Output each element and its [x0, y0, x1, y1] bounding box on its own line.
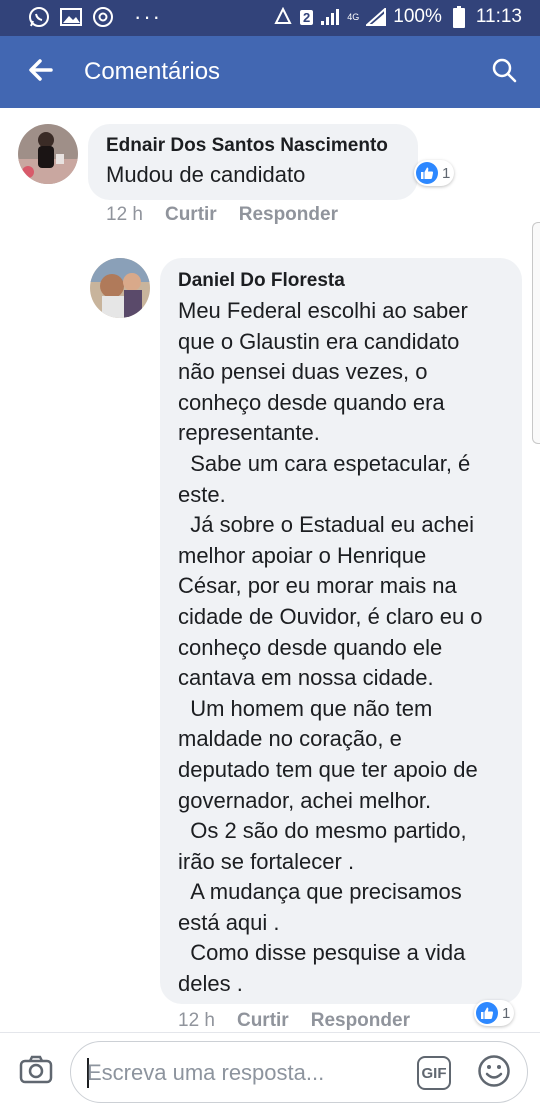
- signal-icon: [365, 6, 387, 28]
- gif-button[interactable]: GIF: [417, 1056, 451, 1090]
- thumbs-up-icon: [416, 162, 438, 184]
- reply-button[interactable]: Responder: [311, 1010, 410, 1032]
- status-system: 2 4G 100% 11:13: [272, 6, 522, 28]
- smiley-icon: [477, 1054, 511, 1093]
- camera-icon: [19, 1054, 53, 1089]
- more-notifications-icon: ···: [134, 4, 162, 29]
- comment-text: Mudou de candidato: [106, 162, 306, 187]
- status-notifications: ···: [28, 6, 162, 28]
- gallery-icon: [60, 6, 82, 28]
- network-type: 4G: [347, 11, 360, 22]
- reaction-count: 1: [502, 1004, 511, 1022]
- comment-author[interactable]: Daniel Do Floresta: [178, 270, 345, 292]
- battery-icon: [448, 6, 470, 28]
- whatsapp-icon: [28, 6, 50, 28]
- battery-level: 100%: [393, 6, 442, 27]
- page-title: Comentários: [84, 58, 221, 85]
- reaction-summary[interactable]: 1: [414, 160, 455, 186]
- app-bar: Comentários: [0, 36, 540, 108]
- scroll-indicator[interactable]: [532, 222, 540, 444]
- reaction-summary[interactable]: 1: [474, 1000, 515, 1026]
- recycle-icon: [272, 6, 294, 28]
- reply-input-wrapper: GIF: [70, 1041, 528, 1103]
- reaction-count: 1: [442, 164, 451, 182]
- search-button[interactable]: [486, 54, 522, 90]
- search-icon: [491, 57, 517, 88]
- camera-button[interactable]: [18, 1053, 54, 1089]
- chrome-icon: [92, 6, 114, 28]
- notification-count-badge: 2: [300, 9, 314, 25]
- avatar[interactable]: [90, 258, 150, 318]
- reply-button[interactable]: Responder: [239, 204, 338, 226]
- comment-bubble: Ednair Dos Santos Nascimento Mudou de ca…: [88, 124, 418, 200]
- like-button[interactable]: Curtir: [165, 204, 217, 226]
- comment-actions: 12 h Curtir Responder: [178, 1010, 410, 1032]
- comment-timestamp: 12 h: [106, 204, 143, 225]
- avatar[interactable]: [18, 124, 78, 184]
- comment-timestamp: 12 h: [178, 1010, 215, 1031]
- emoji-button[interactable]: [475, 1054, 513, 1092]
- thumbs-up-icon: [476, 1002, 498, 1024]
- reply-input[interactable]: [87, 1056, 407, 1090]
- comment-author[interactable]: Ednair Dos Santos Nascimento: [106, 135, 388, 157]
- arrow-left-icon: [27, 58, 53, 87]
- like-button[interactable]: Curtir: [237, 1010, 289, 1032]
- back-button[interactable]: [22, 54, 58, 90]
- comment-text: Meu Federal escolhi ao saber que o Glaus…: [178, 298, 483, 997]
- signal-icon: [319, 6, 341, 28]
- status-bar: ··· 2 4G 100% 11:13: [0, 0, 540, 36]
- comment-bubble: Daniel Do Floresta Meu Federal escolhi a…: [160, 258, 522, 1004]
- comment-actions: 12 h Curtir Responder: [106, 204, 338, 226]
- clock: 11:13: [475, 6, 522, 27]
- reply-composer: GIF: [0, 1032, 540, 1110]
